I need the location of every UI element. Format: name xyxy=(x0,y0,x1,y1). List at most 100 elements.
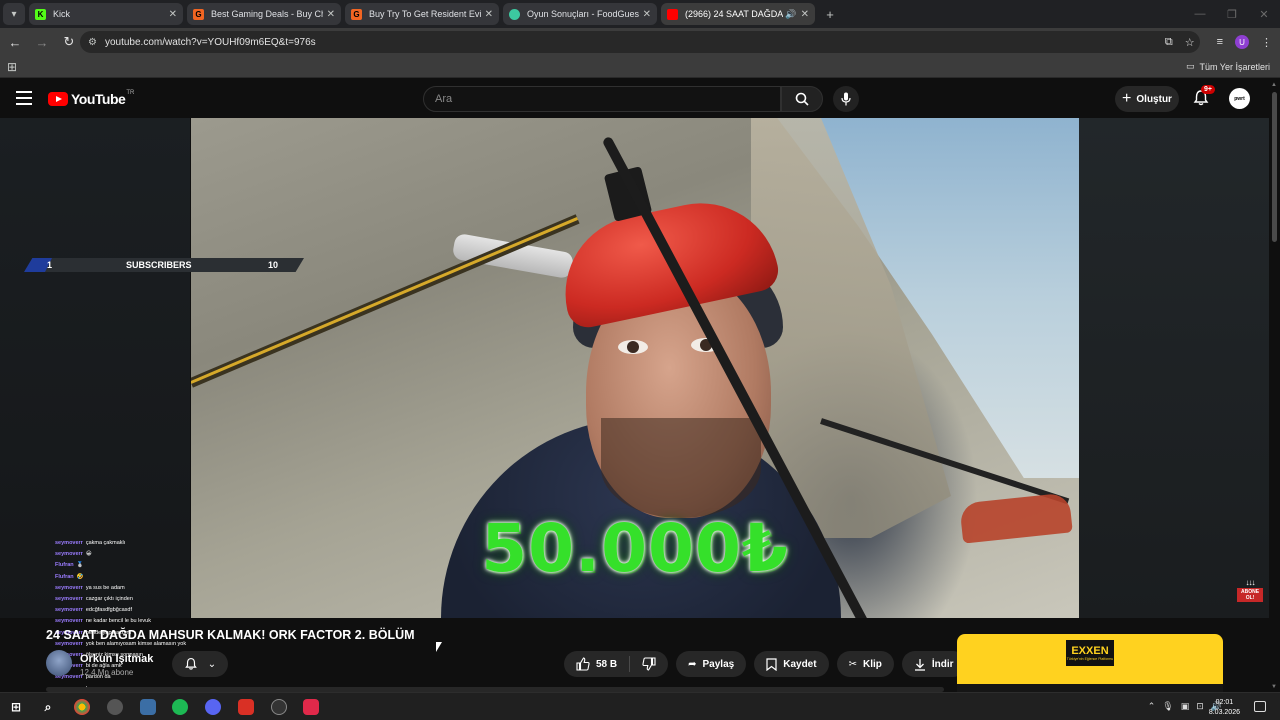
tab-close-icon[interactable]: ✕ xyxy=(327,9,335,20)
subscriber-goal: 10 xyxy=(268,260,279,270)
youtube-logo[interactable]: YouTube TR xyxy=(48,90,134,107)
tray-mic-icon[interactable]: 🎙 xyxy=(1162,701,1173,712)
tab-favicon-icon: K xyxy=(35,8,46,20)
account-avatar[interactable]: pwrt xyxy=(1229,88,1250,109)
new-tab-button[interactable]: + xyxy=(821,5,839,23)
site-info-icon[interactable]: ⚙ xyxy=(88,37,97,48)
chat-username: seymoverr xyxy=(55,607,83,614)
browser-tab[interactable]: G Best Gaming Deals - Buy Cheap ✕ xyxy=(187,3,341,25)
dislike-button[interactable] xyxy=(630,651,668,677)
microphone-icon xyxy=(841,92,851,106)
tab-favicon-icon: G xyxy=(193,8,204,20)
video-eye xyxy=(618,340,648,354)
ad-tagline: Türkiye'nin Eğlence Platformu xyxy=(1066,657,1114,661)
video-title: 24 SAAT DAĞDA MAHSUR KALMAK! ORK FACTOR … xyxy=(46,628,415,642)
share-arrow-icon: ➦ xyxy=(688,658,697,670)
address-bar[interactable]: ⚙ youtube.com/watch?v=YOUHf09m6EQ&t=976s xyxy=(80,31,1200,53)
back-arrow-icon[interactable]: ← xyxy=(3,31,27,53)
search-button[interactable] xyxy=(781,86,823,112)
video-actions: 58 B ➦ Paylaş Kaydet ✂ Klip İndir ⋯ xyxy=(564,651,1000,677)
chat-text: ya sus be adam xyxy=(85,584,125,591)
thumbs-down-icon xyxy=(642,657,656,671)
obs-taskbar-icon[interactable] xyxy=(271,699,287,715)
notification-center-icon[interactable] xyxy=(1254,701,1266,712)
scrollbar-thumb[interactable] xyxy=(1272,92,1277,242)
youtube-play-logo-icon xyxy=(48,92,68,106)
tray-app-icon[interactable]: ▣ xyxy=(1181,701,1190,712)
tab-close-icon[interactable]: ✕ xyxy=(169,9,177,20)
menu-icon[interactable] xyxy=(16,91,32,105)
like-dislike-group: 58 B xyxy=(564,651,669,677)
bookmark-icon xyxy=(766,657,777,671)
ad-brand-text: EXXEN xyxy=(1071,645,1109,657)
channel-avatar[interactable] xyxy=(46,650,72,676)
chat-text: cazgar çıktı içinden xyxy=(85,596,133,603)
down-arrows-icon: ↓↓↓ xyxy=(1245,578,1256,587)
bookmark-star-icon[interactable]: ☆ xyxy=(1185,36,1195,49)
tab-audio-icon[interactable]: 🔊 xyxy=(785,9,796,20)
like-button[interactable]: 58 B xyxy=(564,651,629,677)
profile-avatar[interactable]: U xyxy=(1235,35,1249,49)
all-bookmarks-button[interactable]: ▭ Tüm Yer İşaretleri xyxy=(1186,61,1270,72)
channel-name[interactable]: Orkun Işıtmak xyxy=(80,653,153,665)
taskbar-search-icon[interactable]: ⌕ xyxy=(40,699,56,715)
subscription-bell-button[interactable]: ⌄ xyxy=(172,651,228,677)
create-button[interactable]: + Oluştur xyxy=(1115,86,1179,112)
install-app-icon[interactable]: ⧉ xyxy=(1165,36,1173,49)
chat-text: ne kadar bencil le bu levuk xyxy=(85,618,151,625)
browser-menu-icon[interactable]: ⋮ xyxy=(1261,36,1272,49)
scroll-up-icon[interactable]: ▲ xyxy=(1271,82,1277,88)
reading-list-icon[interactable]: ≡ xyxy=(1217,36,1223,48)
chat-message: seymoverr edcğfasdfgbğcasdf xyxy=(55,605,205,616)
stream-overlay-right-panel xyxy=(1079,118,1269,618)
reload-icon[interactable]: ↻ xyxy=(57,31,81,53)
minimize-icon[interactable]: — xyxy=(1184,0,1216,28)
voice-search-button[interactable] xyxy=(833,86,859,112)
browser-tab[interactable]: K Kick ✕ xyxy=(29,3,183,25)
windows-start-icon[interactable]: ⊞ xyxy=(8,699,24,715)
download-button[interactable]: İndir xyxy=(901,651,966,677)
save-button[interactable]: Kaydet xyxy=(754,651,829,677)
clip-label: Klip xyxy=(862,658,882,670)
apps-grid-icon[interactable]: ⊞ xyxy=(7,60,17,74)
search-bar: Ara xyxy=(423,86,823,112)
folder-icon: ▭ xyxy=(1185,61,1195,71)
download-label: İndir xyxy=(931,658,954,670)
explorer-taskbar-icon[interactable] xyxy=(140,699,156,715)
bell-icon xyxy=(184,657,197,670)
tab-search-chevron-icon[interactable]: ▾ xyxy=(3,3,25,25)
browser-tab[interactable]: Oyun Sonuçları - FoodGuessr | ✕ xyxy=(503,3,657,25)
browser-tab[interactable]: (2966) 24 SAAT DAĞDA MA🔊 ✕ xyxy=(661,3,815,25)
video-player[interactable]: 50.000₺ xyxy=(191,118,1079,618)
taskbar-clock[interactable]: 02:01 8.03.2026 xyxy=(1209,698,1240,718)
chrome-taskbar-icon[interactable] xyxy=(74,699,90,715)
sidebar-ad-banner[interactable]: EXXEN Türkiye'nin Eğlence Platformu xyxy=(957,634,1223,692)
browser-tab[interactable]: G Buy Try To Get Resident Evil Re ✕ xyxy=(345,3,499,25)
page-scrollbar[interactable]: ▲ ▼ xyxy=(1269,80,1280,692)
close-window-icon[interactable]: ✕ xyxy=(1248,0,1280,28)
app-red-taskbar-icon[interactable] xyxy=(238,699,254,715)
browser-right-tools: ⧉ ☆ ≡ U ⋮ xyxy=(1165,31,1272,53)
tab-close-icon[interactable]: ✕ xyxy=(643,9,651,20)
restore-icon[interactable]: ❐ xyxy=(1216,0,1248,28)
ad-brand-logo: EXXEN Türkiye'nin Eğlence Platformu xyxy=(1066,640,1114,666)
tab-close-icon[interactable]: ✕ xyxy=(485,9,493,20)
clock-time: 02:01 xyxy=(1215,699,1234,706)
tray-network-icon[interactable]: ⊡ xyxy=(1196,701,1204,712)
tab-close-icon[interactable]: ✕ xyxy=(801,9,809,20)
app-taskbar-icon[interactable] xyxy=(107,699,123,715)
url-text: youtube.com/watch?v=YOUHf09m6EQ&t=976s xyxy=(104,36,316,48)
clip-button[interactable]: ✂ Klip xyxy=(836,651,894,677)
tray-chevron-icon[interactable]: ⌃ xyxy=(1148,701,1156,712)
forward-arrow-icon[interactable]: → xyxy=(30,31,54,53)
scroll-down-icon[interactable]: ▼ xyxy=(1271,684,1277,690)
chat-username: seymoverr xyxy=(55,551,83,558)
tab-title: Oyun Sonuçları - FoodGuessr | xyxy=(527,9,639,19)
valorant-taskbar-icon[interactable] xyxy=(303,699,319,715)
discord-taskbar-icon[interactable] xyxy=(205,699,221,715)
browser-toolbar: ← → ↻ ⚙ youtube.com/watch?v=YOUHf09m6EQ&… xyxy=(0,28,1280,56)
spotify-taskbar-icon[interactable] xyxy=(172,699,188,715)
share-button[interactable]: ➦ Paylaş xyxy=(676,651,747,677)
channel-subscriber-count: 12,4 Mn abone xyxy=(80,668,134,677)
search-input[interactable]: Ara xyxy=(423,86,781,112)
